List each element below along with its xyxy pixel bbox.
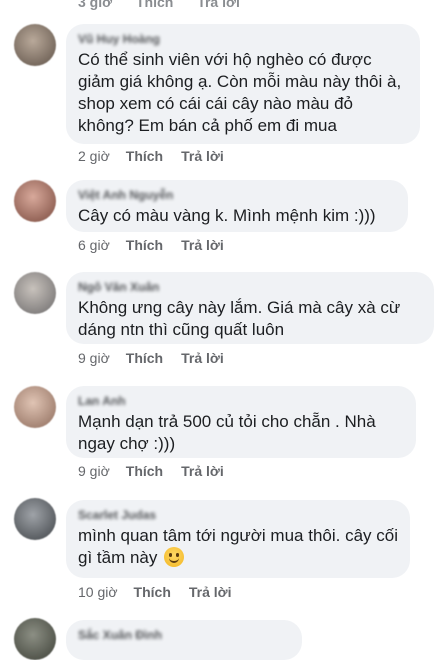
comment-bubble: Sắc Xuân Đình (66, 620, 302, 660)
comment-author[interactable]: Vũ Huy Hoàng (78, 32, 408, 46)
comment-time: 9 giờ (78, 463, 110, 479)
comment-time: 3 giờ (78, 0, 113, 10)
like-button[interactable]: Thích (126, 148, 163, 164)
avatar[interactable] (14, 386, 56, 428)
reply-button[interactable]: Trả lời (197, 0, 240, 10)
like-button[interactable]: Thích (126, 463, 163, 479)
comment-actions: 9 giờ Thích Trả lời (78, 463, 242, 479)
comment-text: Có thể sinh viên với hộ nghèo có được gi… (78, 50, 406, 135)
like-button[interactable]: Thích (126, 237, 163, 253)
comment-author[interactable]: Việt Anh Nguyễn (78, 188, 396, 202)
comment-actions: 10 giờ Thích Trả lời (78, 584, 250, 600)
comment-time: 10 giờ (78, 584, 118, 600)
avatar[interactable] (14, 180, 56, 222)
comment-bubble: Ngô Văn Xuân Không ưng cây này lắm. Giá … (66, 272, 434, 344)
comment-text: mình quan tâm tới người mua thôi. cây cố… (78, 525, 398, 569)
avatar[interactable] (14, 498, 56, 540)
grinning-face-icon (164, 547, 185, 567)
comment-bubble: Scarlet Judas mình quan tâm tới người mu… (66, 500, 410, 578)
avatar[interactable] (14, 24, 56, 66)
comment-bubble: Vũ Huy Hoàng Có thể sinh viên với hộ ngh… (66, 24, 420, 144)
reply-button[interactable]: Trả lời (189, 584, 232, 600)
comment-time: 2 giờ (78, 148, 110, 164)
reply-button[interactable]: Trả lời (181, 148, 224, 164)
like-button[interactable]: Thích (126, 350, 163, 366)
comment-bubble: Lan Anh Mạnh dạn trả 500 củ tỏi cho chẵn… (66, 386, 416, 458)
comment-bubble: Việt Anh Nguyễn Cây có màu vàng k. Mình … (66, 180, 408, 232)
comment-actions: 9 giờ Thích Trả lời (78, 350, 242, 366)
comment-actions: 6 giờ Thích Trả lời (78, 237, 242, 253)
comment-text: Không ưng cây này lắm. Giá mà cây xà cừ … (78, 298, 406, 339)
reply-button[interactable]: Trả lời (181, 350, 224, 366)
comment-author[interactable]: Ngô Văn Xuân (78, 280, 422, 294)
like-button[interactable]: Thích (134, 584, 171, 600)
comment-text: Mạnh dạn trả 500 củ tỏi cho chẵn . Nhà n… (78, 412, 381, 453)
comment-actions: 2 giờ Thích Trả lời (78, 148, 242, 164)
comment-text: Cây có màu vàng k. Mình mệnh kim :))) (78, 206, 376, 225)
avatar[interactable] (14, 618, 56, 660)
avatar[interactable] (14, 272, 56, 314)
comment-author[interactable]: Scarlet Judas (78, 508, 398, 522)
like-button[interactable]: Thích (136, 0, 173, 10)
comment-text-body: mình quan tâm tới người mua thôi. cây cố… (78, 526, 403, 567)
reply-button[interactable]: Trả lời (181, 463, 224, 479)
partial-actions-row: 3 giờ Thích Trả lời (78, 0, 260, 10)
comment-time: 9 giờ (78, 350, 110, 366)
comment-time: 6 giờ (78, 237, 110, 253)
comment-author[interactable]: Lan Anh (78, 394, 404, 408)
reply-button[interactable]: Trả lời (181, 237, 224, 253)
